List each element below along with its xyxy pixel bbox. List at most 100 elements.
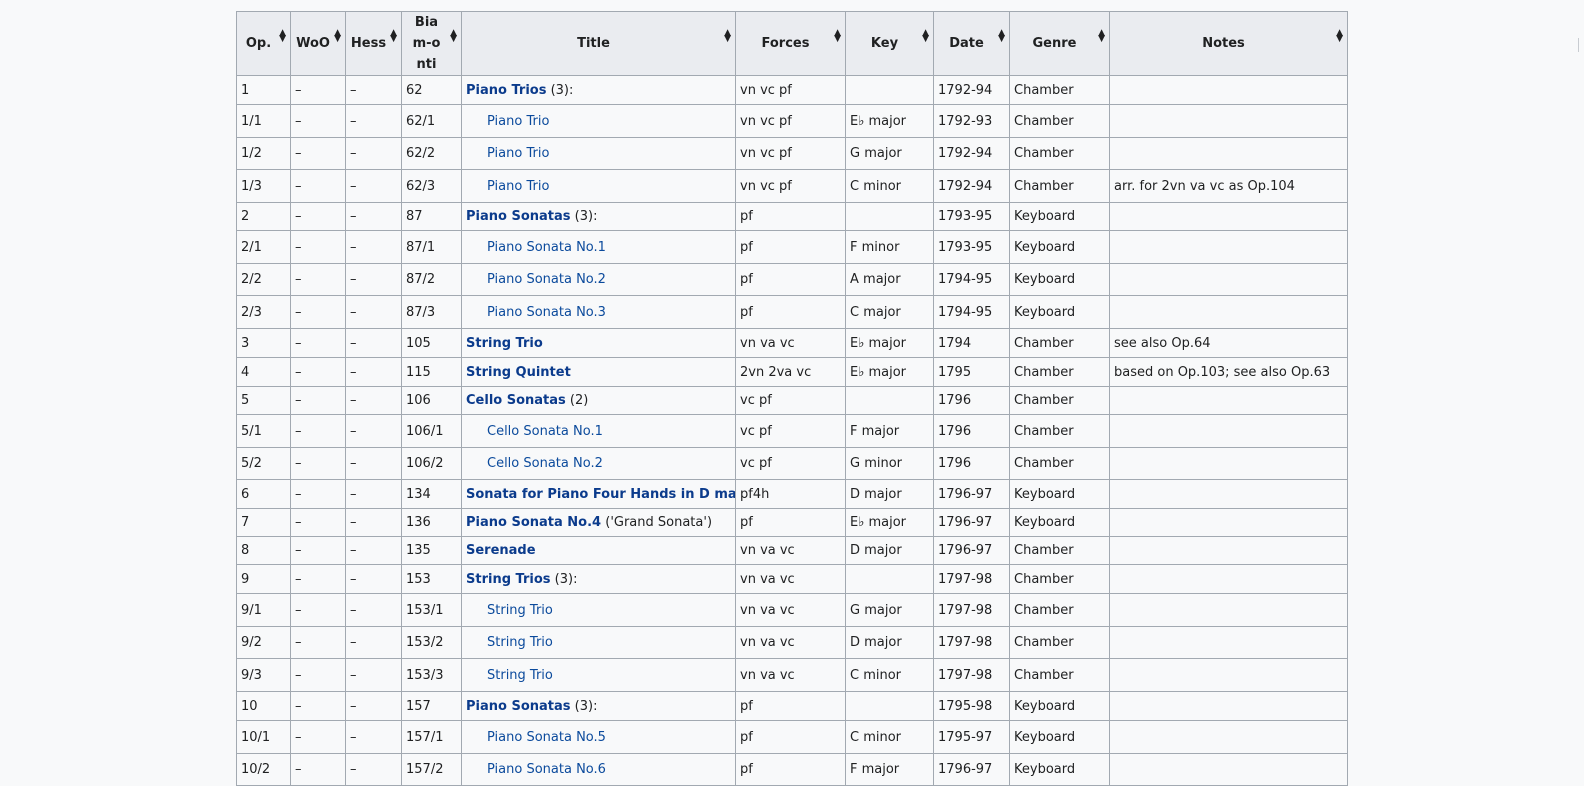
work-title-link[interactable]: Sonata for Piano Four Hands in D major — [466, 487, 735, 502]
sort-updown-icon[interactable]: ▲ ▼ — [1336, 29, 1343, 44]
column-header-genre[interactable]: Genre ▲ ▼ — [1009, 11, 1110, 76]
cell-biamonti: 87/2 — [401, 263, 462, 296]
sort-updown-icon[interactable]: ▲ ▼ — [922, 29, 929, 44]
sort-updown-icon[interactable]: ▲ ▼ — [724, 29, 731, 44]
cell-woo: – — [290, 447, 346, 480]
cell-title: Cello Sonata No.2 — [461, 447, 736, 480]
sort-updown-icon[interactable]: ▲ ▼ — [450, 29, 457, 44]
work-title-link[interactable]: String Quintet — [466, 365, 571, 380]
cell-date: 1796 — [933, 447, 1010, 480]
cell-date: 1796 — [933, 386, 1010, 415]
table-row: 1/2– –62/2 Piano Trio vn vc pf G major 1792-9… — [236, 137, 1348, 170]
cell-op: 7 — [236, 508, 291, 537]
work-title-link[interactable]: Piano Sonata No.6 — [487, 762, 606, 777]
cell-date: 1796-97 — [933, 508, 1010, 537]
table-row: 2/1– –87/1 Piano Sonata No.1 pf F minor 1793-… — [236, 230, 1348, 264]
cell-woo: – — [290, 753, 346, 786]
cell-genre: Keyboard — [1009, 508, 1110, 537]
work-title-link[interactable]: Piano Trios — [466, 83, 546, 98]
cell-hess: – — [345, 536, 402, 565]
cell-genre: Keyboard — [1009, 230, 1110, 264]
table-row: 4– –115 String Quintet 2vn 2va vc E♭ major 17… — [236, 357, 1348, 387]
table-row: 1/1– –62/1 Piano Trio vn vc pf E♭ major 1792-… — [236, 104, 1348, 138]
sort-updown-icon[interactable]: ▲ ▼ — [334, 29, 341, 44]
column-header-hess[interactable]: Hess ▲ ▼ — [345, 11, 402, 76]
cell-op: 1/2 — [236, 137, 291, 170]
cell-key: D major — [845, 626, 934, 659]
column-header-op[interactable]: Op. ▲ ▼ — [236, 11, 291, 76]
sort-updown-icon[interactable]: ▲ ▼ — [834, 29, 841, 44]
work-title-link[interactable]: String Trio — [487, 668, 553, 683]
cell-biamonti: 157 — [401, 691, 462, 721]
table-row: 2– –87 Piano Sonatas (3): pf 1793-95 Keyboard — [236, 202, 1348, 231]
cell-key: G major — [845, 137, 934, 170]
column-header-biamonti[interactable]: Biam-onti ▲ ▼ — [401, 11, 462, 76]
cell-notes — [1109, 104, 1348, 138]
cell-op: 9/2 — [236, 626, 291, 659]
work-title-link[interactable]: Cello Sonata No.1 — [487, 424, 603, 439]
cell-title: Piano Trio — [461, 104, 736, 138]
table-row: 2/3– –87/3 Piano Sonata No.3 pf C major 1794-… — [236, 295, 1348, 329]
cell-biamonti: 87/1 — [401, 230, 462, 264]
work-title-link[interactable]: Piano Sonata No.2 — [487, 272, 606, 287]
cell-forces: vn va vc — [735, 328, 846, 358]
work-title-link[interactable]: Piano Sonata No.4 — [466, 515, 601, 530]
work-title-link[interactable]: Piano Sonatas — [466, 699, 571, 714]
work-title-suffix: ('Grand Sonata') — [601, 515, 713, 530]
column-header-label: Forces — [761, 36, 810, 51]
table-row: 9/3– –153/3 String Trio vn va vc C minor 1797… — [236, 658, 1348, 692]
cell-key — [845, 691, 934, 721]
cell-title: Piano Trio — [461, 169, 736, 203]
cell-date: 1797-98 — [933, 593, 1010, 627]
cell-hess: – — [345, 295, 402, 329]
sort-updown-icon[interactable]: ▲ ▼ — [998, 29, 1005, 44]
cell-woo: – — [290, 230, 346, 264]
cell-hess: – — [345, 328, 402, 358]
cell-woo: – — [290, 691, 346, 721]
cell-forces: vn vc pf — [735, 169, 846, 203]
work-title-link[interactable]: Piano Trio — [487, 179, 549, 194]
work-title-link[interactable]: Piano Trio — [487, 114, 549, 129]
cell-hess: – — [345, 658, 402, 692]
cell-op: 9/1 — [236, 593, 291, 627]
work-title-link[interactable]: String Trio — [487, 603, 553, 618]
cell-op: 10/2 — [236, 753, 291, 786]
cell-notes — [1109, 386, 1348, 415]
cell-title: Serenade — [461, 536, 736, 565]
cell-notes — [1109, 263, 1348, 296]
sort-updown-icon[interactable]: ▲ ▼ — [1098, 29, 1105, 44]
column-header-forces[interactable]: Forces ▲ ▼ — [735, 11, 846, 76]
column-header-date[interactable]: Date ▲ ▼ — [933, 11, 1010, 76]
work-title-link[interactable]: Piano Sonatas — [466, 209, 571, 224]
cell-hess: – — [345, 593, 402, 627]
work-title-link[interactable]: Piano Sonata No.1 — [487, 240, 606, 255]
column-header-label: Op. — [245, 36, 272, 51]
cell-notes — [1109, 691, 1348, 721]
table-row: 5/2– –106/2 Cello Sonata No.2 vc pf G minor 1… — [236, 447, 1348, 480]
cell-op: 3 — [236, 328, 291, 358]
work-title-link[interactable]: Cello Sonatas — [466, 393, 566, 408]
work-title-link[interactable]: Serenade — [466, 543, 536, 558]
column-header-notes[interactable]: Notes ▲ ▼ — [1109, 11, 1348, 76]
column-header-woo[interactable]: WoO ▲ ▼ — [290, 11, 346, 76]
work-title-link[interactable]: Piano Trio — [487, 146, 549, 161]
cell-title: String Trio — [461, 626, 736, 659]
column-header-title[interactable]: Title ▲ ▼ — [461, 11, 736, 76]
column-header-label: Biam-onti — [412, 15, 441, 72]
sort-updown-icon[interactable]: ▲ ▼ — [279, 29, 286, 44]
work-title-link[interactable]: String Trios — [466, 572, 551, 587]
scrollbar-edge[interactable] — [1578, 38, 1584, 52]
cell-forces: pf — [735, 202, 846, 231]
cell-forces: vc pf — [735, 447, 846, 480]
cell-notes — [1109, 626, 1348, 659]
sort-updown-icon[interactable]: ▲ ▼ — [390, 29, 397, 44]
work-title-link[interactable]: Cello Sonata No.2 — [487, 456, 603, 471]
cell-hess: – — [345, 753, 402, 786]
cell-notes — [1109, 564, 1348, 594]
work-title-link[interactable]: Piano Sonata No.5 — [487, 730, 606, 745]
work-title-link[interactable]: String Trio — [466, 336, 543, 351]
column-header-key[interactable]: Key ▲ ▼ — [845, 11, 934, 76]
cell-forces: vn va vc — [735, 564, 846, 594]
work-title-link[interactable]: Piano Sonata No.3 — [487, 305, 606, 320]
work-title-link[interactable]: String Trio — [487, 635, 553, 650]
